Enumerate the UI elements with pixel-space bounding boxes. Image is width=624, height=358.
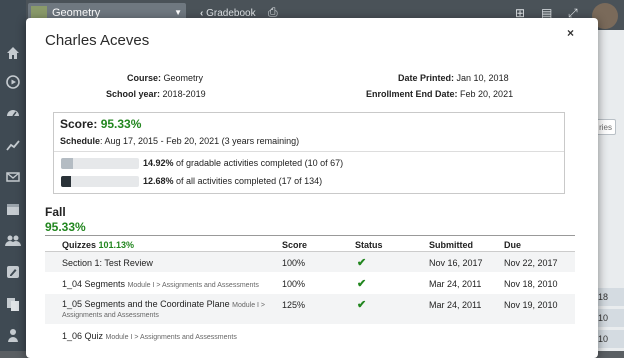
column-header-submitted: Submitted bbox=[429, 240, 473, 250]
row-path: Module I > bbox=[232, 302, 266, 309]
row-path-continued: Assignments and Assessments bbox=[62, 312, 159, 319]
row-score: 100% bbox=[282, 258, 306, 268]
table-row[interactable]: Section 1: Test Review 100% ✔ Nov 16, 20… bbox=[45, 252, 575, 272]
score-label: Score: bbox=[60, 117, 98, 131]
table-row[interactable]: 1_06 Quiz Module I > Assignments and Ass… bbox=[45, 324, 575, 346]
chart-icon[interactable] bbox=[4, 136, 22, 154]
date-printed-info: Date Printed: Jan 10, 2018 bbox=[398, 73, 509, 83]
gradable-progress-text: 14.92% of gradable activities completed … bbox=[143, 158, 343, 168]
course-value: Geometry bbox=[163, 73, 204, 83]
course-label: Course: bbox=[127, 73, 162, 83]
row-due: Nov 18, 2010 bbox=[504, 279, 558, 289]
row-path: Module I > Assignments and Assessments bbox=[127, 282, 259, 289]
close-icon[interactable]: × bbox=[567, 26, 574, 40]
home-icon[interactable] bbox=[4, 44, 22, 62]
row-name: 1_04 Segments bbox=[62, 279, 126, 289]
overall-score: Score: 95.33% bbox=[60, 117, 141, 131]
users-icon[interactable] bbox=[4, 231, 22, 249]
enrollment-end-label: Enrollment End Date: bbox=[366, 89, 458, 99]
all-progress-text: 12.68% of all activities completed (17 o… bbox=[143, 176, 322, 186]
all-pct: 12.68% bbox=[143, 176, 174, 186]
all-progress-bar bbox=[61, 176, 139, 187]
edit-icon[interactable] bbox=[4, 263, 22, 281]
column-header-due: Due bbox=[504, 240, 522, 250]
gradable-progress-bar bbox=[61, 158, 139, 169]
calendar-icon[interactable] bbox=[4, 200, 22, 218]
column-header-quizzes: Quizzes 101.13% bbox=[62, 240, 134, 250]
row-name-cell[interactable]: 1_06 Quiz Module I > Assignments and Ass… bbox=[62, 331, 237, 341]
date-printed-label: Date Printed: bbox=[398, 73, 455, 83]
all-progress-fill bbox=[61, 176, 71, 187]
row-name[interactable]: Section 1: Test Review bbox=[62, 258, 153, 268]
student-report-modal: Charles Aceves × Course: Geometry School… bbox=[26, 18, 598, 358]
table-row[interactable]: 1_05 Segments and the Coordinate Plane M… bbox=[45, 294, 575, 324]
row-due: Nov 19, 2010 bbox=[504, 300, 558, 310]
copy-icon[interactable] bbox=[4, 295, 22, 313]
score-value: 95.33% bbox=[100, 117, 142, 131]
quizzes-label: Quizzes bbox=[62, 240, 97, 250]
modal-title: Charles Aceves bbox=[45, 32, 150, 49]
gradable-progress-fill bbox=[61, 158, 73, 169]
check-icon: ✔ bbox=[357, 257, 367, 269]
row-path: Module I > Assignments and Assessments bbox=[105, 334, 237, 341]
all-desc: of all activities completed (17 of 134) bbox=[173, 176, 323, 186]
row-score: 125% bbox=[282, 300, 306, 310]
date-printed-value: Jan 10, 2018 bbox=[456, 73, 509, 83]
dashboard-icon[interactable] bbox=[4, 104, 22, 122]
check-icon: ✔ bbox=[357, 278, 367, 290]
row-score: 100% bbox=[282, 279, 306, 289]
divider bbox=[54, 151, 564, 152]
check-icon: ✔ bbox=[357, 299, 367, 311]
schedule-label: Schedule bbox=[60, 136, 101, 146]
enrollment-end-info: Enrollment End Date: Feb 20, 2021 bbox=[366, 89, 513, 99]
background-dropdown-label: ries bbox=[599, 123, 612, 132]
mail-icon[interactable] bbox=[4, 168, 22, 186]
table-top-border bbox=[45, 235, 575, 236]
school-year-info: School year: 2018-2019 bbox=[106, 89, 206, 99]
table-row[interactable]: 1_04 Segments Module I > Assignments and… bbox=[45, 272, 575, 294]
course-info: Course: Geometry bbox=[127, 73, 203, 83]
row-name: 1_06 Quiz bbox=[62, 331, 104, 341]
gradable-pct: 14.92% bbox=[143, 158, 174, 168]
row-submitted: Mar 24, 2011 bbox=[429, 300, 482, 310]
column-header-score: Score bbox=[282, 240, 308, 250]
school-year-label: School year: bbox=[106, 89, 161, 99]
user-icon[interactable] bbox=[4, 326, 22, 344]
section-score: 95.33% bbox=[45, 220, 86, 234]
schedule-value: : Aug 17, 2015 - Feb 20, 2021 (3 years r… bbox=[100, 136, 300, 146]
row-name-cell[interactable]: 1_05 Segments and the Coordinate Plane M… bbox=[62, 299, 272, 319]
gradable-desc: of gradable activities completed (10 of … bbox=[173, 158, 344, 168]
quizzes-score: 101.13% bbox=[98, 240, 135, 250]
row-submitted: Mar 24, 2011 bbox=[429, 279, 482, 289]
score-summary-box: Score: 95.33% Schedule: Aug 17, 2015 - F… bbox=[53, 112, 565, 194]
school-year-value: 2018-2019 bbox=[162, 89, 206, 99]
column-header-status: Status bbox=[355, 240, 383, 250]
enrollment-end-value: Feb 20, 2021 bbox=[460, 89, 514, 99]
play-icon[interactable] bbox=[4, 73, 22, 91]
row-submitted: Nov 16, 2017 bbox=[429, 258, 483, 268]
section-name: Fall bbox=[45, 205, 66, 219]
schedule-line: Schedule: Aug 17, 2015 - Feb 20, 2021 (3… bbox=[60, 136, 299, 146]
row-name-cell[interactable]: 1_04 Segments Module I > Assignments and… bbox=[62, 279, 259, 289]
row-due: Nov 22, 2017 bbox=[504, 258, 558, 268]
row-name: 1_05 Segments and the Coordinate Plane bbox=[62, 299, 230, 309]
sidebar bbox=[0, 0, 26, 351]
